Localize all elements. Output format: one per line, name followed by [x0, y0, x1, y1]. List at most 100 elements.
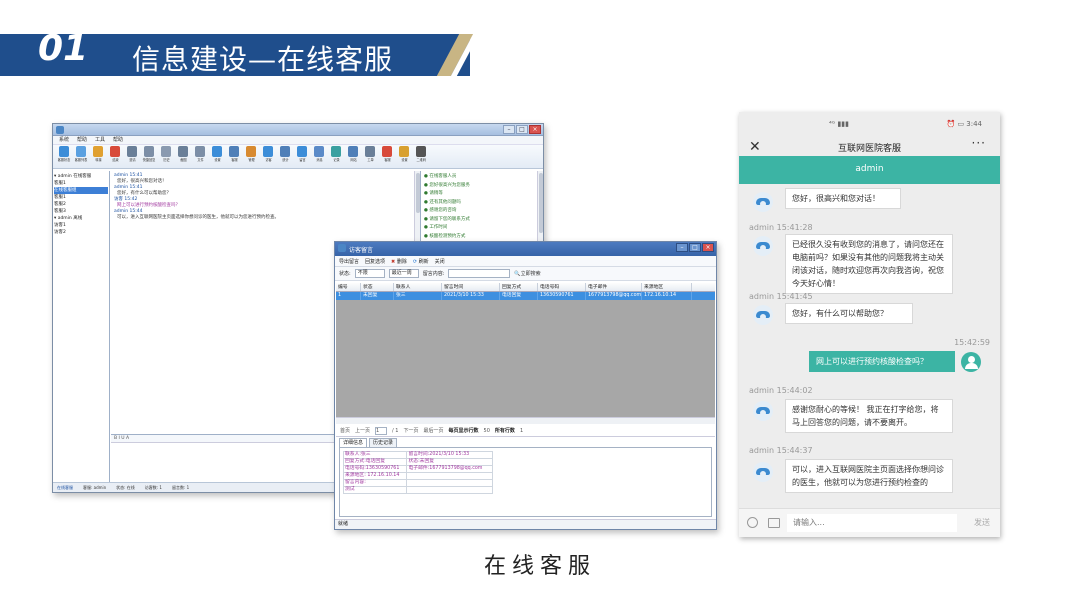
per-page-value[interactable]: 50 — [484, 428, 490, 434]
maximize-button[interactable]: □ — [516, 125, 528, 134]
column-header[interactable]: 回复方式 — [500, 283, 538, 291]
quick-reply-item[interactable]: ● 请留下您的联系方式 — [424, 216, 541, 225]
tree-item[interactable]: 客服2 — [54, 201, 108, 208]
tree-item[interactable]: 客服3 — [54, 208, 108, 215]
quick-reply-item[interactable]: ● 您好很高兴为您服务 — [424, 182, 541, 191]
delete-button[interactable]: ✖ 删除 — [391, 258, 407, 265]
quick-reply-item[interactable]: ● 在线客服人员 — [424, 173, 541, 182]
column-header[interactable]: 编号 — [336, 283, 361, 291]
table-row[interactable]: 1 未回复 张三 2021/3/10 15:33 电话回复 13630590761 1677… — [336, 292, 715, 300]
toolbar-button[interactable]: 消息 — [312, 146, 326, 167]
toolbar-icon — [161, 146, 171, 157]
toolbar-button[interactable]: 快捷回复 — [142, 146, 156, 167]
grid-horizontal-scrollbar[interactable] — [336, 417, 715, 424]
time-filter-select[interactable]: 最近一周 — [388, 269, 419, 278]
toolbar-button[interactable]: 邀请 — [125, 146, 139, 167]
next-page-button[interactable]: 下一页 — [404, 427, 419, 434]
toolbar-icon — [297, 146, 307, 157]
toolbar-button[interactable]: 客服 — [227, 146, 241, 167]
status-segment: 在线客服 — [57, 485, 73, 490]
content-search-input[interactable] — [448, 269, 511, 278]
column-header[interactable]: 来源地区 — [642, 283, 692, 291]
tree-item[interactable]: ▾ admin 在线客服 — [54, 173, 108, 180]
toolbar-button[interactable]: 历史 — [159, 146, 173, 167]
quick-reply-item[interactable]: ● 还有其他问题吗 — [424, 199, 541, 208]
chat-bubble: 感谢您耐心的等候！ 我正在打字给您，将马上回答您的问题，请不要离开。 — [785, 399, 953, 433]
message-time: 15:42:59 — [954, 338, 990, 347]
dialog-maximize-button[interactable]: □ — [689, 243, 701, 252]
toolbar-button[interactable]: 截图 — [176, 146, 190, 167]
close-dialog-button[interactable]: 关闭 — [435, 258, 445, 265]
detail-cell: 回复方式:电话回复 — [342, 458, 408, 466]
column-header[interactable]: 电话号码 — [538, 283, 586, 291]
toolbar-button[interactable]: 客服列表 — [74, 146, 88, 167]
toolbar-button[interactable]: 网站 — [346, 146, 360, 167]
dialog-close-button[interactable]: × — [702, 243, 714, 252]
page-count: / 1 — [392, 427, 399, 434]
tab-details[interactable]: 详细信息 — [339, 438, 368, 447]
tree-item[interactable]: 客服1 — [54, 194, 108, 201]
quick-reply-item[interactable]: ● 请稍等 — [424, 190, 541, 199]
quick-reply-item[interactable]: ● 工作时间 — [424, 224, 541, 233]
agent-avatar — [753, 236, 773, 256]
toolbar-button[interactable]: 管理 — [244, 146, 258, 167]
toolbar-button[interactable]: 工单 — [363, 146, 377, 167]
tree-item[interactable]: 访客2 — [54, 229, 108, 236]
tree-item[interactable]: ▾ admin 离线 — [54, 215, 108, 222]
toolbar-label: 记录 — [332, 158, 340, 162]
menu-item[interactable]: 系统 — [59, 136, 69, 144]
toolbar-button[interactable]: 记录 — [329, 146, 343, 167]
emoji-icon[interactable] — [747, 517, 758, 528]
quick-reply-item[interactable]: ● 核酸检测预约方式 — [424, 233, 541, 242]
message-time: admin 15:44:02 — [749, 386, 813, 395]
column-header[interactable]: 电子邮件 — [586, 283, 642, 291]
search-button[interactable]: 🔍立即搜索 — [514, 270, 540, 277]
toolbar-button[interactable]: 结束 — [108, 146, 122, 167]
toolbar-button[interactable]: 留言 — [295, 146, 309, 167]
first-page-button[interactable]: 首页 — [340, 427, 350, 434]
close-button[interactable]: × — [529, 125, 541, 134]
toolbar-button[interactable]: 设置 — [210, 146, 224, 167]
send-button[interactable]: 发送 — [974, 517, 990, 528]
detail-cell: 测试 — [342, 486, 408, 494]
toolbar-button[interactable]: 文件 — [193, 146, 207, 167]
export-button[interactable]: 导出留言 — [339, 258, 359, 265]
toolbar-button[interactable]: 统计 — [278, 146, 292, 167]
tree-item[interactable]: 访客1 — [54, 222, 108, 229]
toolbar-icon — [348, 146, 358, 157]
toolbar-button[interactable]: 二维码 — [414, 146, 428, 167]
message-time: admin 15:44:37 — [749, 446, 813, 455]
menu-item[interactable]: 工具 — [95, 136, 105, 144]
reply-options-button[interactable]: 回复选项 — [365, 258, 385, 265]
toolbar-button[interactable]: 设置 — [397, 146, 411, 167]
toolbar-button[interactable]: 访客 — [261, 146, 275, 167]
image-icon[interactable] — [768, 518, 780, 528]
refresh-button[interactable]: ⟳ 刷新 — [413, 258, 429, 265]
status-filter-select[interactable]: 不限 — [354, 269, 385, 278]
column-header[interactable]: 状态 — [361, 283, 394, 291]
toolbar-button[interactable]: 转接 — [91, 146, 105, 167]
column-header[interactable]: 联系人 — [394, 283, 442, 291]
menu-item[interactable]: 帮助 — [77, 136, 87, 144]
toolbar-label: 工单 — [366, 158, 374, 162]
quick-reply-item[interactable]: ● 感谢您的咨询 — [424, 207, 541, 216]
tree-item[interactable]: 客服1 — [54, 180, 108, 187]
more-icon[interactable]: ··· — [972, 136, 986, 150]
menu-item[interactable]: 帮助 — [113, 136, 123, 144]
tree-item[interactable]: 在线客服组 — [54, 187, 108, 194]
toolbar-icon — [314, 146, 324, 157]
column-header[interactable]: 留言时间 — [442, 283, 500, 291]
tab-history[interactable]: 历史记录 — [369, 438, 398, 447]
minimize-button[interactable]: – — [503, 125, 515, 134]
last-page-button[interactable]: 最后一页 — [424, 427, 444, 434]
toolbar-button[interactable]: 客服 — [380, 146, 394, 167]
prev-page-button[interactable]: 上一页 — [355, 427, 370, 434]
toolbar-label: 网站 — [349, 158, 357, 162]
refresh-icon: ⟳ — [412, 258, 418, 265]
phone-message-input[interactable]: 请输入... — [787, 514, 957, 532]
page-input[interactable]: 1 — [375, 426, 388, 435]
table-cell: 13630590761 — [538, 292, 586, 300]
dialog-minimize-button[interactable]: – — [676, 243, 688, 252]
phone-chat-area: 您好，很高兴和您对话！ admin 15:41:28 已经很久没有收到您的消息了… — [739, 186, 1000, 508]
toolbar-button[interactable]: 客服状态 — [57, 146, 71, 167]
